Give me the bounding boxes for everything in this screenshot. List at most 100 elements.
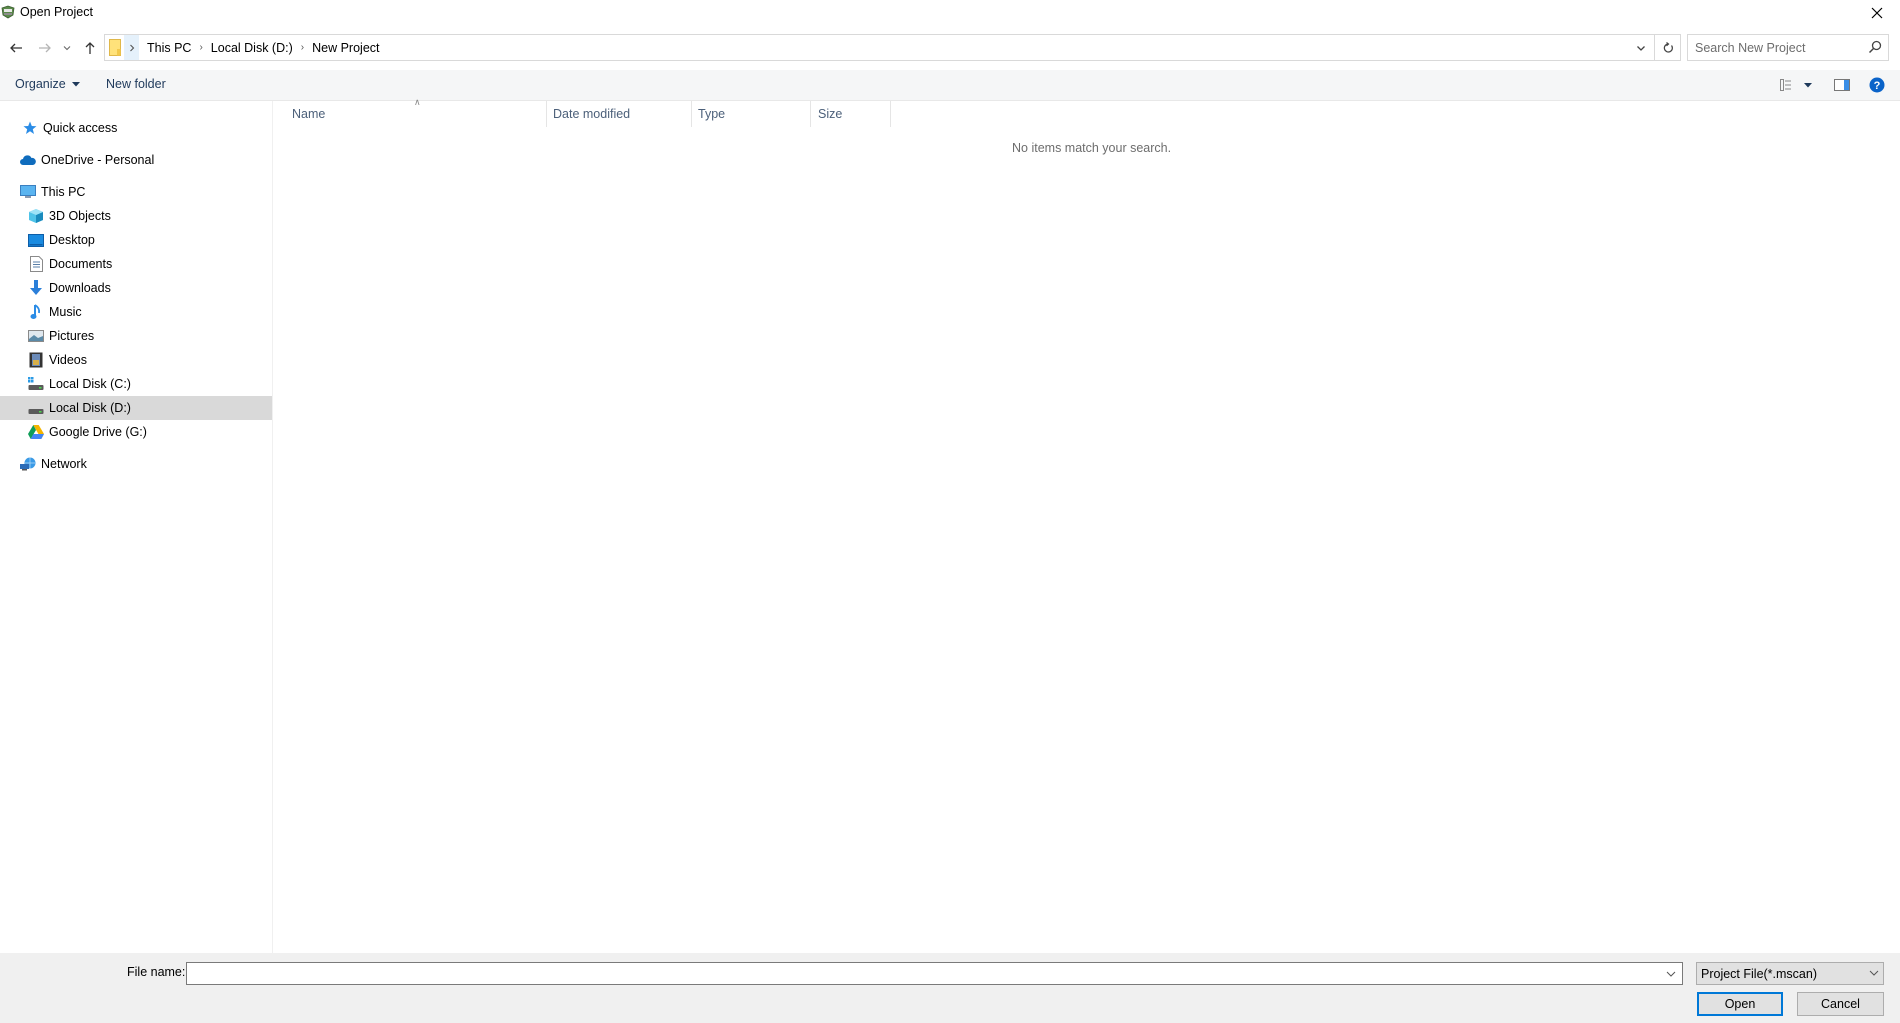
chevron-right-icon[interactable]: › [297,42,308,53]
video-icon [28,352,44,368]
address-history-dropdown[interactable] [1628,35,1654,60]
sidebar-item-label: Network [41,457,87,471]
sidebar-item-this-pc[interactable]: This PC [0,180,272,204]
title-bar: Open Project [0,0,1900,26]
scanner-app-icon [1,5,15,19]
search-input[interactable] [1695,39,1855,56]
close-icon [1871,7,1883,19]
preview-pane-icon [1834,79,1850,91]
file-name-input[interactable] [187,963,1657,984]
sidebar-item-label: This PC [41,185,86,199]
cancel-button-label: Cancel [1821,997,1860,1011]
sidebar-item-local-disk-d[interactable]: Local Disk (D:) [0,396,272,420]
command-bar: Organize New folder ? [0,70,1900,101]
computer-icon [20,184,36,200]
breadcrumb-this-pc[interactable]: This PC [143,41,195,55]
chevron-down-icon [1666,971,1676,977]
sidebar-item-desktop[interactable]: Desktop [0,228,272,252]
dialog-footer: File name: Project File(*.mscan) Open Ca… [0,953,1900,1023]
sidebar-item-label: Downloads [49,281,111,295]
sidebar-item-label: Videos [49,353,87,367]
column-header-label: Name [292,107,326,121]
sidebar-item-label: Google Drive (G:) [49,425,147,439]
details-view-icon [1780,79,1791,91]
chevron-right-icon [129,44,134,51]
column-header-type[interactable]: Type [692,101,811,127]
sidebar-item-label: OneDrive - Personal [41,153,155,167]
column-header-name[interactable]: ∧ Name [274,97,547,127]
sidebar-item-local-disk-c[interactable]: Local Disk (C:) [0,372,272,396]
organize-label: Organize [15,77,66,91]
window-title: Open Project [20,5,93,19]
search-box[interactable] [1687,34,1889,61]
help-button[interactable]: ? [1867,75,1887,95]
star-icon [22,120,38,136]
system-drive-icon [28,376,44,392]
navigation-pane: Quick access OneDrive - Personal This PC… [0,101,273,953]
recent-locations-button[interactable] [60,38,74,58]
change-view-button[interactable] [1776,75,1816,95]
search-icon[interactable] [1868,40,1882,54]
column-header-label: Size [818,107,843,121]
sidebar-item-music[interactable]: Music [0,300,272,324]
file-name-dropdown-button[interactable] [1660,963,1682,984]
open-button-label: Open [1724,997,1756,1011]
refresh-button[interactable] [1654,35,1680,60]
sidebar-item-downloads[interactable]: Downloads [0,276,272,300]
arrow-up-icon [85,42,95,54]
chevron-down-icon [63,46,71,51]
sidebar-item-label: Local Disk (C:) [49,377,131,391]
forward-button[interactable] [35,38,55,58]
sidebar-item-label: Music [49,305,82,319]
sidebar-item-label: Documents [49,257,113,271]
cancel-button[interactable]: Cancel [1797,992,1884,1016]
sidebar-item-documents[interactable]: Documents [0,252,272,276]
desktop-icon [28,232,44,248]
chevron-down-icon [1637,45,1645,51]
back-button[interactable] [6,38,26,58]
sidebar-item-network[interactable]: Network [0,452,272,476]
sidebar-item-label: Pictures [49,329,95,343]
preview-pane-button[interactable] [1832,75,1852,95]
sidebar-item-3d-objects[interactable]: 3D Objects [0,204,272,228]
arrow-left-icon [10,43,22,53]
breadcrumb-local-disk-d[interactable]: Local Disk (D:) [207,41,297,55]
file-type-select[interactable]: Project File(*.mscan) [1696,962,1884,985]
organize-button[interactable]: Organize [15,77,80,91]
breadcrumb-root-chevron[interactable] [124,35,139,60]
breadcrumb-new-project[interactable]: New Project [308,41,383,55]
close-button[interactable] [1854,0,1900,26]
refresh-icon [1663,41,1673,53]
column-header-label: Date modified [553,107,631,121]
address-bar[interactable]: This PC › Local Disk (D:) › New Project [104,34,1681,61]
open-button[interactable]: Open [1697,992,1783,1016]
chevron-right-icon[interactable]: › [195,42,206,53]
sidebar-item-videos[interactable]: Videos [0,348,272,372]
column-header-date-modified[interactable]: Date modified [547,101,692,127]
empty-message: No items match your search. [1012,141,1172,155]
arrow-right-icon [39,43,51,53]
cloud-icon [20,152,36,168]
column-header-label: Type [698,107,726,121]
file-list: ∧ Name Date modified Type Size No items … [274,97,1900,953]
sidebar-item-onedrive[interactable]: OneDrive - Personal [0,148,272,172]
help-icon: ? [1869,77,1885,93]
cube-icon [28,208,44,224]
sidebar-item-label: Local Disk (D:) [49,401,131,415]
caret-down-icon [1804,82,1812,87]
file-name-combobox[interactable] [186,962,1683,985]
sidebar-item-label: Desktop [49,233,95,247]
chevron-down-icon [1869,970,1879,976]
sidebar-item-label: Quick access [43,121,118,135]
new-folder-label: New folder [106,77,166,91]
sidebar-item-google-drive[interactable]: Google Drive (G:) [0,420,272,444]
column-header-size[interactable]: Size [811,101,891,127]
up-button[interactable] [80,38,100,58]
network-icon [20,456,36,472]
file-name-label: File name: [127,965,186,979]
sidebar-item-pictures[interactable]: Pictures [0,324,272,348]
music-icon [28,304,44,320]
new-folder-button[interactable]: New folder [106,77,166,91]
sidebar-item-quick-access[interactable]: Quick access [0,116,272,140]
navigation-row: This PC › Local Disk (D:) › New Project [0,30,1900,66]
